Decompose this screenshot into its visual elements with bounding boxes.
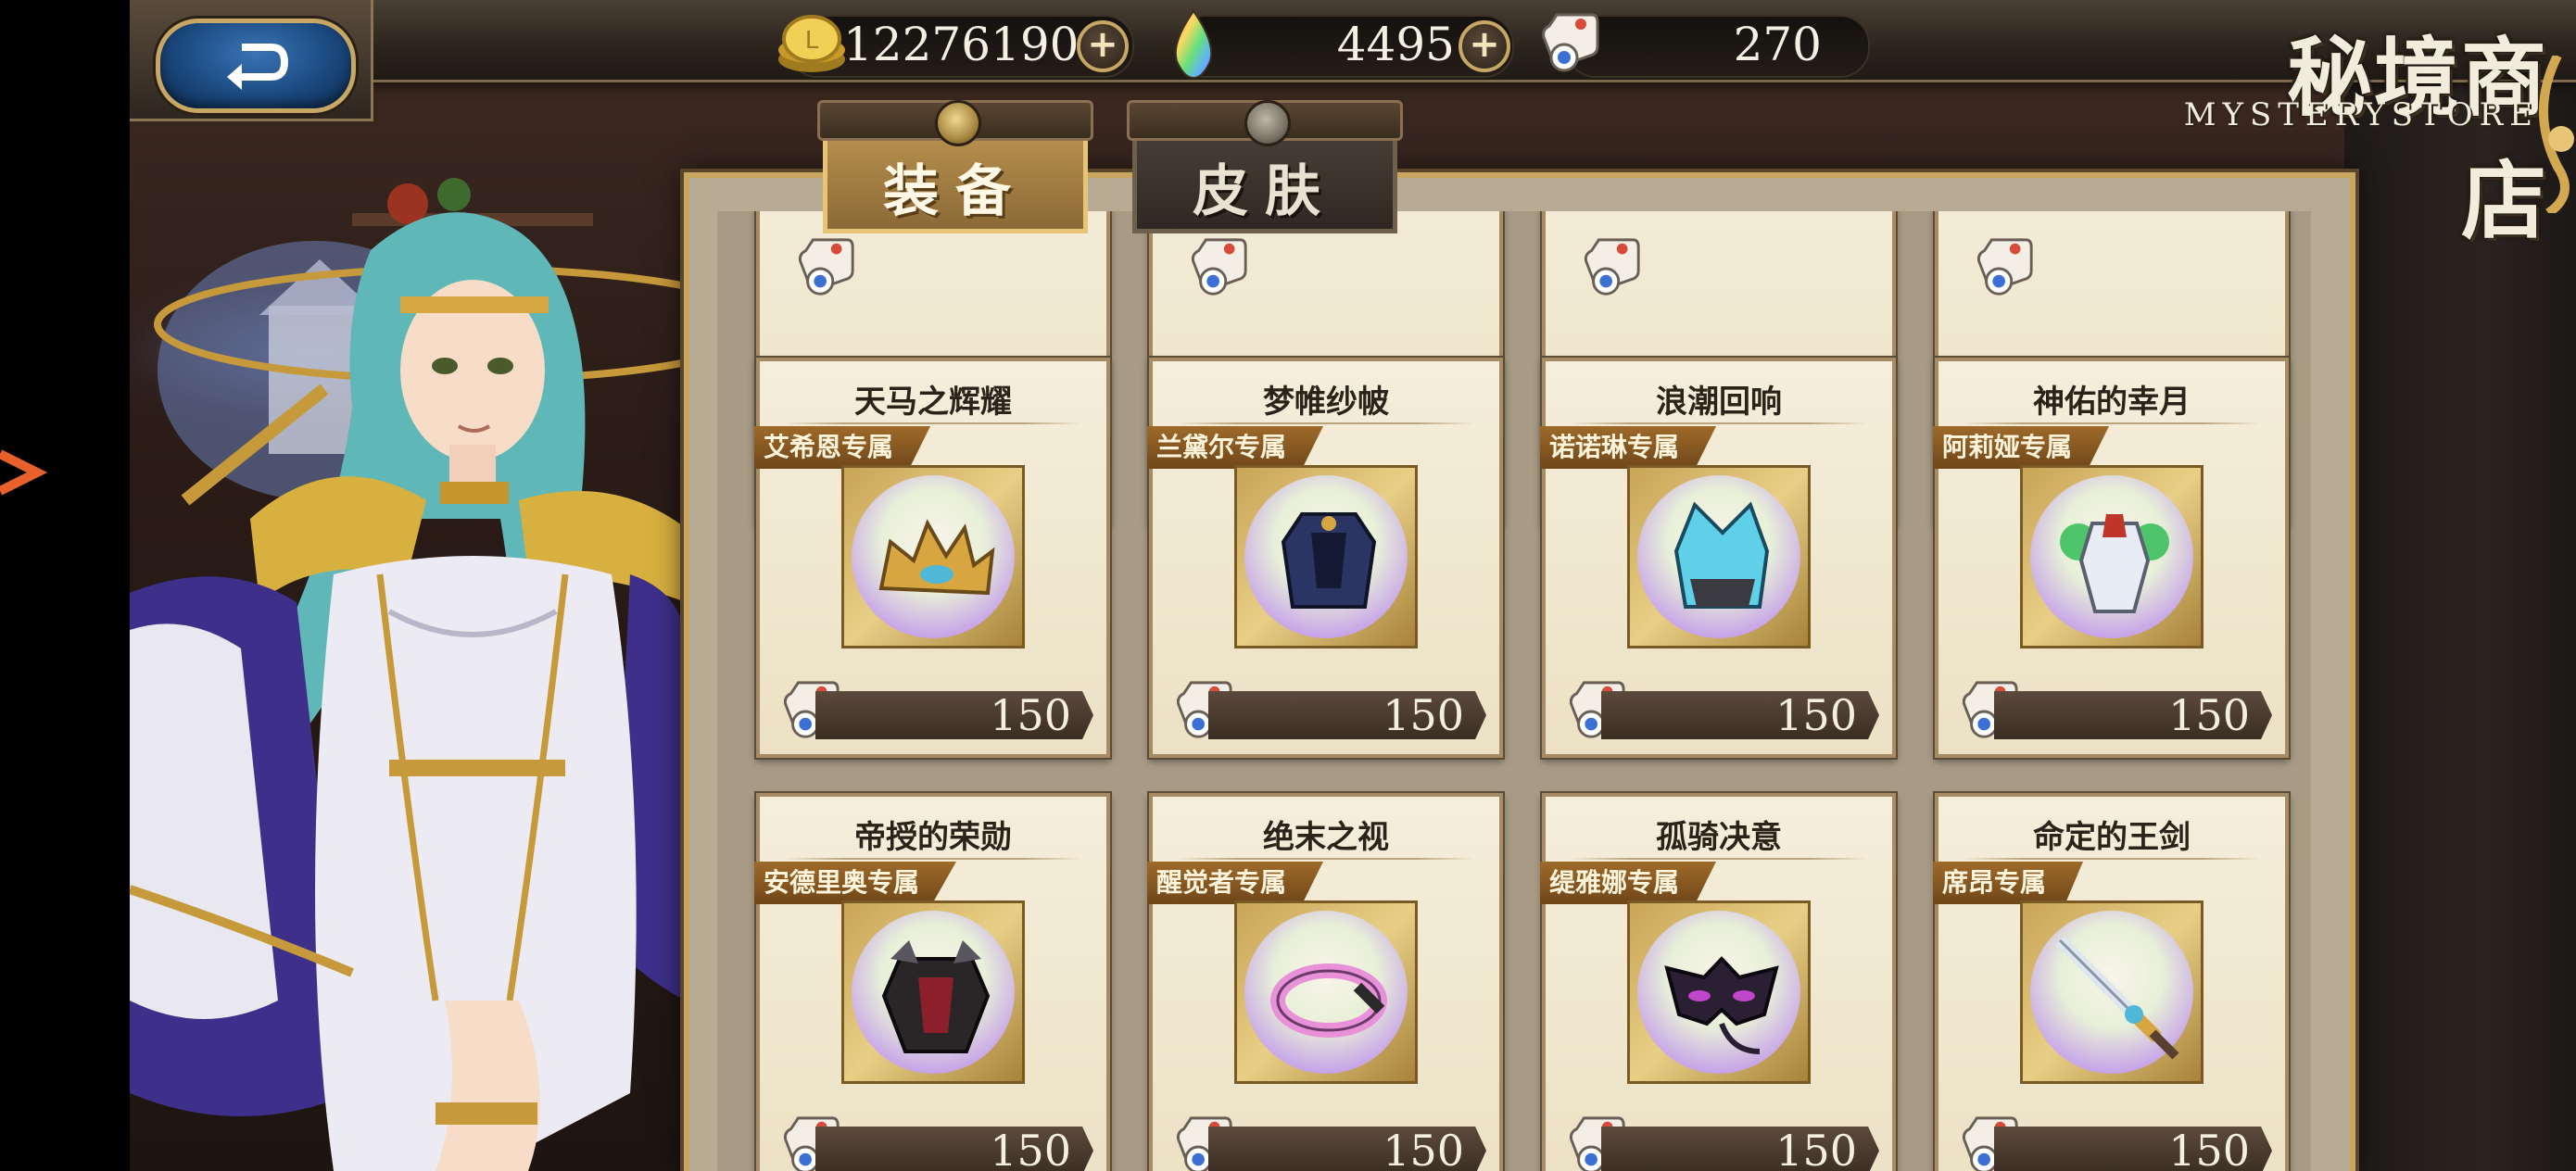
item-icon-frame xyxy=(1234,465,1418,648)
corner-ornament-icon xyxy=(2539,56,2574,213)
item-name: 浪潮回响 xyxy=(1656,384,1782,421)
store-ticket-icon xyxy=(1542,13,1599,72)
item-name: 命定的王剑 xyxy=(2033,819,2191,856)
ice-helm-icon xyxy=(1673,501,1770,609)
back-button[interactable] xyxy=(156,19,356,113)
owner-tag: 艾希恩专属 xyxy=(754,426,931,469)
item-price: 150 xyxy=(1383,690,1464,740)
item-icon-frame xyxy=(841,900,1025,1084)
gold-amount: 12276190 xyxy=(843,18,1080,71)
svg-text:L: L xyxy=(805,27,819,55)
item-icon-frame xyxy=(2020,465,2203,648)
owner-tag: 席昂专属 xyxy=(1933,862,2084,904)
game-screen: L 12276190 + 4495 + 270 秘境商店 MYSTERYSTOR… xyxy=(0,0,2576,1171)
left-black-bar xyxy=(0,0,130,1171)
owner-tag: 诺诺琳专属 xyxy=(1540,426,1717,469)
tab-equipment[interactable]: 装备 xyxy=(817,100,1093,233)
gold-coin-icon: L xyxy=(778,15,845,72)
divider xyxy=(1963,858,2261,860)
item-icon-frame xyxy=(1627,465,1811,648)
owner-tag: 兰黛尔专属 xyxy=(1147,426,1324,469)
item-grid: 150 150 150 150 天马之辉耀 艾希恩专属 xyxy=(717,211,2311,1171)
item-price: 150 xyxy=(990,1126,1071,1171)
shop-item-card[interactable]: 绝末之视 醒觉者专属 150 xyxy=(1147,793,1503,1171)
shop-item-card[interactable]: 神佑的幸月 阿莉娅专属 150 xyxy=(1933,358,2289,758)
tab-gem-icon xyxy=(1244,100,1291,146)
owner-tag: 醒觉者专属 xyxy=(1147,862,1324,904)
ticket-amount: 270 xyxy=(1733,18,1822,71)
divider xyxy=(1177,422,1475,424)
item-icon-frame xyxy=(2020,900,2203,1084)
store-ticket-icon xyxy=(798,238,854,296)
store-ticket-icon xyxy=(1584,238,1640,296)
rainbow-crystal-icon xyxy=(1174,9,1213,80)
item-name: 绝末之视 xyxy=(1263,819,1389,856)
owner-tag: 安德里奥专属 xyxy=(754,862,957,904)
gold-crown-helm-icon xyxy=(878,519,995,596)
shop-item-card[interactable]: 命定的王剑 席昂专属 150 xyxy=(1933,793,2289,1171)
item-price: 150 xyxy=(1775,690,1857,740)
return-arrow-icon xyxy=(227,44,288,90)
owner-tag: 缇雅娜专属 xyxy=(1540,862,1717,904)
item-price: 150 xyxy=(1775,1126,1857,1171)
store-subtitle: MYSTERYSTORE xyxy=(2183,96,2539,133)
dark-armor-icon xyxy=(1281,512,1377,609)
owner-tag: 阿莉娅专属 xyxy=(1933,426,2110,469)
divider xyxy=(1177,858,1475,860)
divider xyxy=(1963,422,2261,424)
divider xyxy=(784,422,1082,424)
character-portrait xyxy=(130,212,686,1171)
sword-icon xyxy=(2055,936,2179,1060)
tab-gem-icon xyxy=(935,100,981,146)
item-price: 150 xyxy=(1383,1126,1464,1171)
black-red-armor-icon xyxy=(881,940,991,1053)
holy-armor-icon xyxy=(2060,514,2169,613)
item-price: 150 xyxy=(2168,1126,2250,1171)
crystal-amount: 4495 xyxy=(1336,18,1455,71)
store-ticket-icon xyxy=(1976,238,2033,296)
tab-equipment-label: 装备 xyxy=(883,159,1028,224)
pink-ring-icon xyxy=(1270,963,1387,1038)
item-name: 帝授的荣勋 xyxy=(854,819,1012,856)
shop-item-card[interactable]: 孤骑决意 缇雅娜专属 150 xyxy=(1540,793,1896,1171)
item-icon-frame xyxy=(841,465,1025,648)
item-price: 150 xyxy=(990,690,1071,740)
shop-item-card[interactable]: 帝授的荣勋 安德里奥专属 150 xyxy=(754,793,1110,1171)
store-ticket-icon xyxy=(1191,238,1247,296)
divider xyxy=(784,858,1082,860)
shop-item-card[interactable]: 梦帷纱帔 兰黛尔专属 150 xyxy=(1147,358,1503,758)
item-icon-frame xyxy=(1234,900,1418,1084)
divider xyxy=(1570,858,1868,860)
shop-item-card[interactable]: 天马之辉耀 艾希恩专属 150 xyxy=(754,358,1110,758)
tab-skin-label: 皮肤 xyxy=(1193,159,1337,224)
item-price: 150 xyxy=(2168,690,2250,740)
add-crystal-button[interactable]: + xyxy=(1458,20,1510,72)
side-arrow-icon xyxy=(0,449,48,496)
item-name: 孤骑决意 xyxy=(1656,819,1782,856)
item-name: 梦帷纱帔 xyxy=(1263,384,1389,421)
item-name: 神佑的幸月 xyxy=(2033,384,2191,421)
tab-skin[interactable]: 皮肤 xyxy=(1127,100,1403,233)
shop-item-card[interactable]: 浪潮回响 诺诺琳专属 150 xyxy=(1540,358,1896,758)
dark-mask-icon xyxy=(1664,956,1779,1054)
item-name: 天马之辉耀 xyxy=(854,384,1012,421)
divider xyxy=(1570,422,1868,424)
item-icon-frame xyxy=(1627,900,1811,1084)
add-gold-button[interactable]: + xyxy=(1077,20,1129,72)
